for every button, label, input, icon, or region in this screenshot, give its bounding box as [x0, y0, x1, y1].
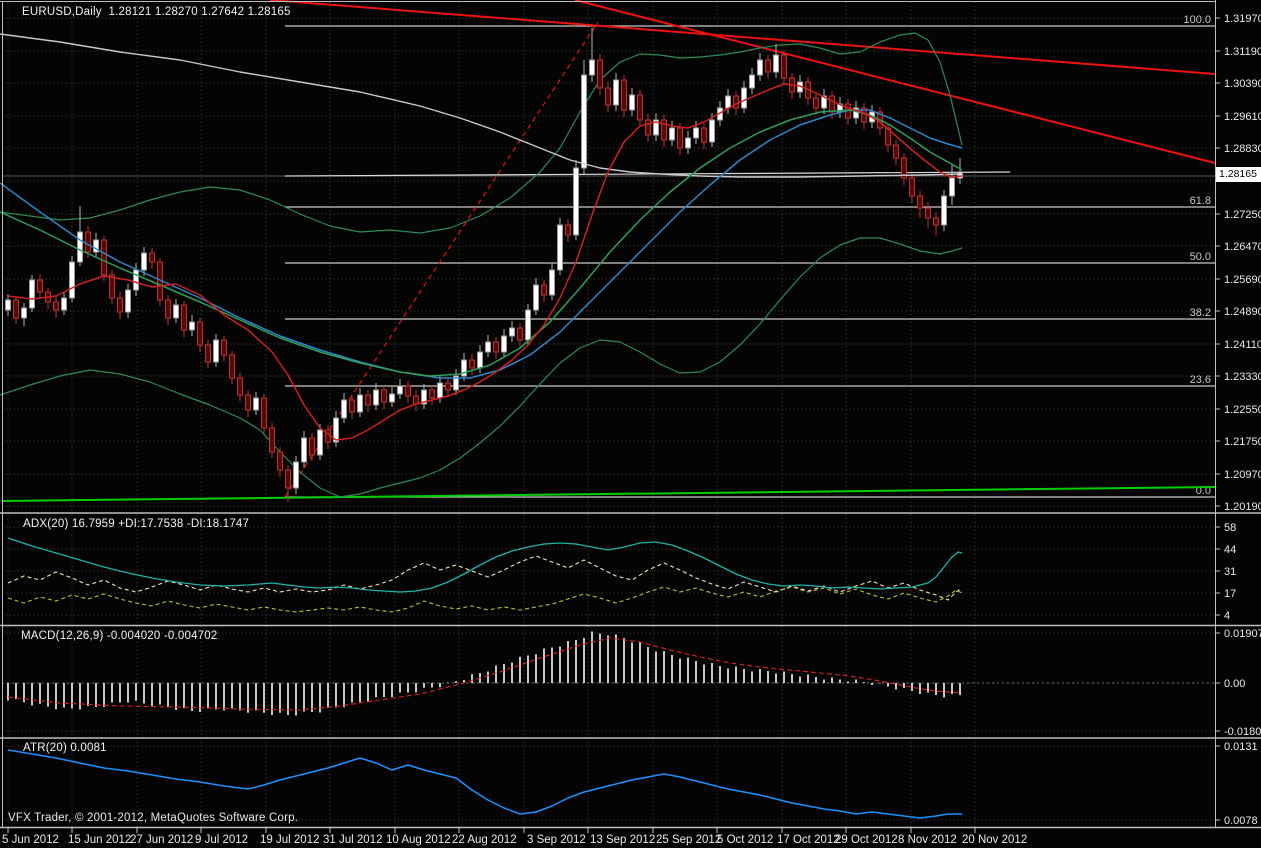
time-axis[interactable] [0, 828, 1261, 848]
price-axis[interactable] [1216, 0, 1261, 827]
svg-text:23.6: 23.6 [1190, 374, 1211, 386]
trading-terminal-window: { "header": { "title": "EURUSD,Daily 1.2… [0, 0, 1261, 848]
chart-title: EURUSD,Daily 1.28121 1.28270 1.27642 1.2… [22, 6, 291, 18]
svg-text:38.2: 38.2 [1190, 307, 1211, 319]
svg-text:61.8: 61.8 [1190, 195, 1211, 207]
macd-pane-title: MACD(12,26,9) -0.004020 -0.004702 [21, 630, 218, 642]
svg-text:100.0: 100.0 [1183, 14, 1211, 26]
adx-pane-title: ADX(20) 16.7959 +DI:17.7538 -DI:18.1747 [23, 518, 250, 530]
copyright-text: VFX Trader, © 2001-2012, MetaQuotes Soft… [8, 812, 299, 824]
atr-pane-title: ATR(20) 0.0081 [23, 742, 107, 754]
price-chart-canvas[interactable]: 100.061.850.038.223.60.01.319701.311901.… [0, 0, 1261, 848]
svg-text:50.0: 50.0 [1190, 251, 1211, 263]
